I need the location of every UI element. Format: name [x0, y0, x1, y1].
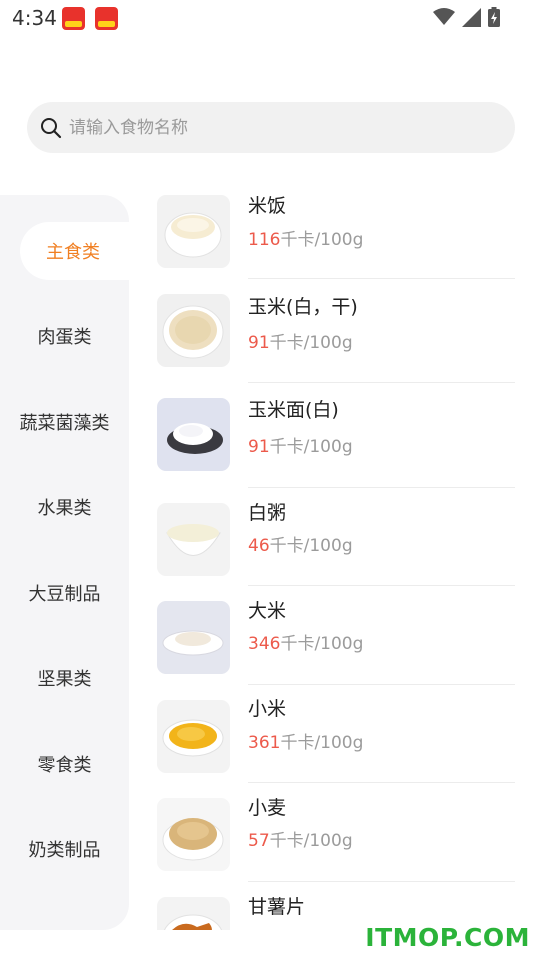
- food-image: [157, 195, 230, 268]
- food-image: [157, 700, 230, 773]
- divider: [248, 684, 515, 685]
- food-image: [157, 897, 230, 930]
- search-icon: [41, 117, 62, 138]
- calorie-value: 91: [248, 437, 270, 457]
- divider: [248, 585, 515, 586]
- sidebar-item-dairy[interactable]: 奶类制品: [0, 820, 129, 878]
- food-name: 小麦: [248, 797, 287, 819]
- calorie-unit: 千卡/100g: [280, 733, 364, 753]
- food-name: 大米: [248, 600, 287, 622]
- food-calories: 46千卡/100g: [248, 531, 353, 556]
- calorie-value: 361: [248, 733, 281, 753]
- sidebar-item-staple-food[interactable]: 主食类: [20, 222, 129, 280]
- calorie-unit: 千卡/100g: [269, 536, 353, 556]
- food-name: 甘薯片: [248, 896, 306, 918]
- status-time: 4:34: [12, 6, 57, 30]
- calorie-unit: 千卡/100g: [269, 333, 353, 353]
- search-bar[interactable]: [27, 102, 515, 153]
- food-name: 白粥: [248, 502, 287, 524]
- sidebar-item-fruits[interactable]: 水果类: [0, 478, 129, 536]
- sidebar-item-nuts[interactable]: 坚果类: [0, 649, 129, 707]
- food-calories: 91千卡/100g: [248, 432, 353, 457]
- calorie-unit: 千卡/100g: [280, 230, 364, 250]
- divider: [248, 881, 515, 882]
- watermark: ITMOP.COM: [365, 923, 530, 952]
- calorie-value: 91: [248, 333, 270, 353]
- food-name: 小米: [248, 698, 287, 720]
- signal-icon: [462, 7, 481, 27]
- calorie-unit: 千卡/100g: [269, 831, 353, 851]
- app-badge-icon: [95, 7, 118, 30]
- food-image: [157, 601, 230, 674]
- calorie-unit: 千卡/100g: [280, 634, 364, 654]
- search-input[interactable]: [69, 117, 469, 138]
- battery-charging-icon: [488, 7, 500, 27]
- divider: [248, 278, 515, 279]
- food-image: [157, 503, 230, 576]
- wifi-icon: [433, 8, 455, 25]
- food-calories: 57千卡/100g: [248, 826, 353, 851]
- app-badge-icon: [62, 7, 85, 30]
- food-name: 玉米(白，干): [248, 296, 358, 318]
- sidebar-item-meat-egg[interactable]: 肉蛋类: [0, 307, 129, 365]
- status-bar: 4:34: [0, 0, 540, 40]
- food-calories: 116千卡/100g: [248, 225, 363, 250]
- sidebar-item-vegetables-fungi-algae[interactable]: 蔬菜菌藻类: [0, 393, 129, 451]
- food-calories: 91千卡/100g: [248, 328, 353, 353]
- food-calories: 346千卡/100g: [248, 629, 363, 654]
- calorie-value: 57: [248, 831, 270, 851]
- divider: [248, 782, 515, 783]
- category-sidebar: 主食类 肉蛋类 蔬菜菌藻类 水果类 大豆制品 坚果类 零食类 奶类制品: [0, 195, 129, 930]
- food-image: [157, 294, 230, 367]
- food-image: [157, 798, 230, 871]
- sidebar-item-soy-products[interactable]: 大豆制品: [0, 564, 129, 622]
- divider: [248, 382, 515, 383]
- food-name: 玉米面(白): [248, 399, 339, 421]
- food-list: 米饭 116千卡/100g 玉米(白，干) 91千卡/100g 玉米面(白) 9…: [157, 185, 515, 930]
- food-name: 米饭: [248, 195, 287, 217]
- food-image: [157, 398, 230, 471]
- food-calories: 361千卡/100g: [248, 728, 363, 753]
- calorie-value: 346: [248, 634, 281, 654]
- calorie-value: 46: [248, 536, 270, 556]
- calorie-unit: 千卡/100g: [269, 437, 353, 457]
- calorie-value: 116: [248, 230, 281, 250]
- status-icons: [433, 7, 500, 27]
- divider: [248, 487, 515, 488]
- sidebar-item-snacks[interactable]: 零食类: [0, 735, 129, 793]
